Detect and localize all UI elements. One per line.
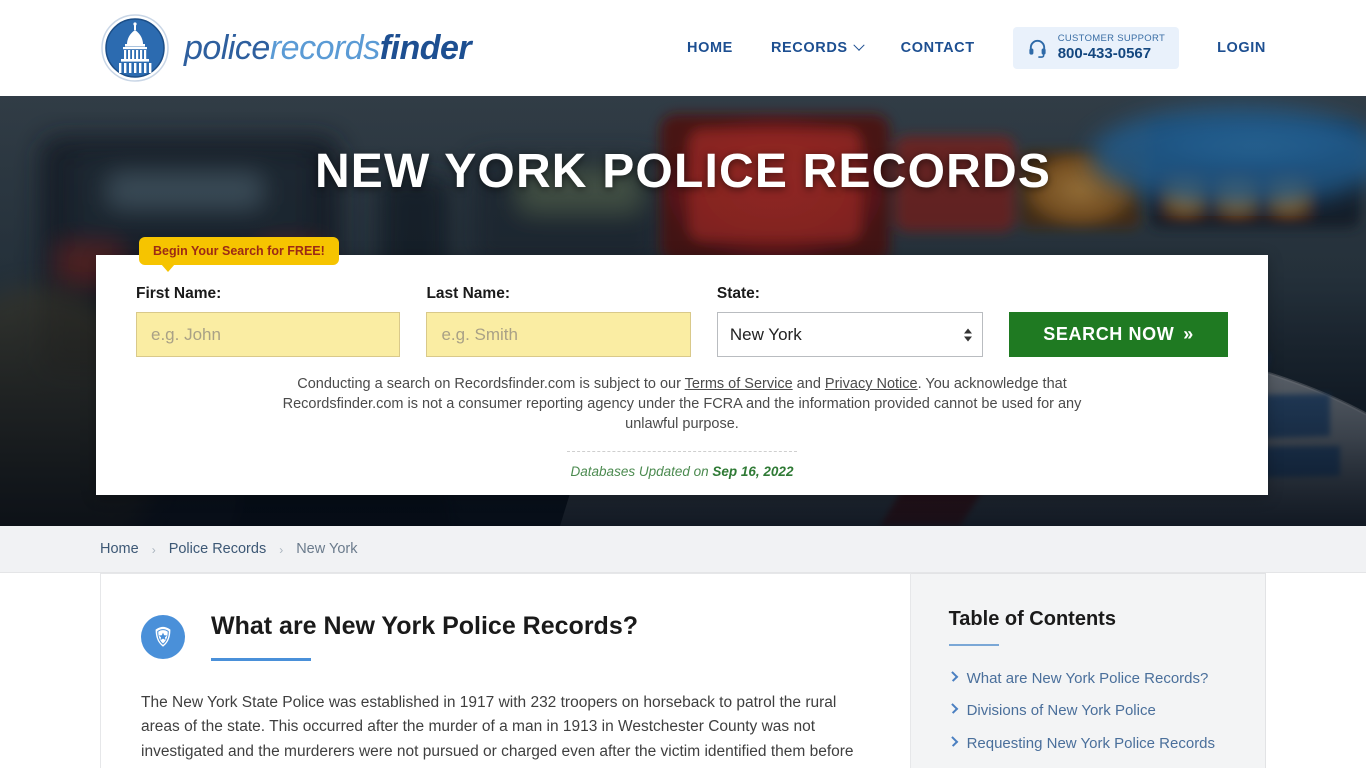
article-panel: What are New York Police Records? The Ne… <box>100 573 911 768</box>
site-logo-text: policerecordsfinder <box>184 28 472 68</box>
breadcrumb-separator-icon: › <box>279 543 284 557</box>
police-badge-icon <box>141 615 185 659</box>
search-form-card: Begin Your Search for FREE! First Name: … <box>96 237 1268 495</box>
nav-item-login-label: LOGIN <box>1217 39 1266 56</box>
article-title-wrapper: What are New York Police Records? <box>211 612 870 661</box>
table-of-contents-panel: Table of Contents What are New York Poli… <box>910 573 1266 768</box>
nav-item-contact[interactable]: CONTACT <box>901 40 975 56</box>
state-field-group: State: New York <box>716 285 984 357</box>
chevron-right-icon <box>947 703 958 715</box>
search-form-row: First Name: Last Name: State: New York <box>136 285 1228 357</box>
search-disclaimer: Conducting a search on Recordsfinder.com… <box>267 375 1097 435</box>
breadcrumb-item-new-york: New York <box>296 541 358 557</box>
state-select[interactable]: New York <box>716 312 984 357</box>
chevron-down-icon <box>853 39 865 51</box>
toc-title: Table of Contents <box>948 608 1116 630</box>
last-name-input[interactable] <box>426 312 691 357</box>
breadcrumb-separator-icon: › <box>151 543 156 557</box>
headset-icon <box>1027 37 1048 59</box>
toc-item[interactable]: Divisions of New York Police <box>947 700 1235 721</box>
logo-word-finder: finder <box>379 28 472 67</box>
dashed-divider <box>567 450 797 452</box>
databases-updated-text: Databases Updated on Sep 16, 2022 <box>136 464 1228 479</box>
page-title: NEW YORK POLICE RECORDS <box>314 145 1052 198</box>
first-name-input[interactable] <box>136 312 401 357</box>
nav-item-home-label: HOME <box>687 39 733 56</box>
support-phone-number: 800-433-0567 <box>1057 44 1152 62</box>
terms-of-service-link[interactable]: Terms of Service <box>685 376 793 392</box>
toc-link[interactable]: Requesting New York Police Records <box>967 733 1215 754</box>
nav-item-records[interactable]: RECORDS <box>770 39 865 56</box>
site-logo[interactable]: policerecordsfinder <box>100 13 472 83</box>
last-name-label: Last Name: <box>426 285 510 302</box>
disclaimer-mid: and <box>792 376 825 392</box>
breadcrumb-item-home[interactable]: Home <box>100 541 139 557</box>
customer-support-block[interactable]: CUSTOMER SUPPORT 800-433-0567 <box>1012 26 1180 70</box>
nav-item-login[interactable]: LOGIN <box>1217 40 1266 56</box>
state-label: State: <box>716 285 760 302</box>
site-header: policerecordsfinder HOME RECORDS CONTACT <box>0 0 1366 96</box>
main-navigation: HOME RECORDS CONTACT CUSTOMER SUPPORT 80… <box>687 26 1266 70</box>
article-title: What are New York Police Records? <box>211 612 638 640</box>
search-now-label: SEARCH NOW <box>1043 324 1175 344</box>
privacy-notice-link[interactable]: Privacy Notice <box>825 376 918 392</box>
toc-link[interactable]: What are New York Police Records? <box>967 668 1209 689</box>
disclaimer-pre: Conducting a search on Recordsfinder.com… <box>297 376 685 392</box>
double-chevron-right-icon: » <box>1183 324 1194 344</box>
logo-word-records: records <box>269 28 380 67</box>
toc-item[interactable]: What are New York Police Records? <box>947 668 1235 689</box>
updated-prefix: Databases Updated on <box>570 463 713 479</box>
nav-item-contact-label: CONTACT <box>900 39 975 56</box>
toc-item[interactable]: Requesting New York Police Records <box>947 733 1235 754</box>
state-select-wrapper: New York <box>716 312 984 357</box>
first-name-label: First Name: <box>136 285 222 302</box>
chevron-right-icon <box>947 671 958 682</box>
capitol-dome-logo-icon <box>100 13 170 83</box>
search-now-button[interactable]: SEARCH NOW » <box>1009 312 1228 357</box>
article-header: What are New York Police Records? <box>141 612 870 661</box>
nav-item-home[interactable]: HOME <box>687 40 733 56</box>
logo-word-police: police <box>184 28 270 67</box>
nav-item-records-label: RECORDS <box>770 39 848 56</box>
page-content: What are New York Police Records? The Ne… <box>0 573 1366 768</box>
article-paragraph: The New York State Police was establishe… <box>141 693 854 760</box>
toc-underline-rule <box>948 644 999 646</box>
toc-list: What are New York Police Records? Divisi… <box>947 668 1235 768</box>
chevron-right-icon <box>947 735 958 747</box>
updated-date: Sep 16, 2022 <box>712 463 794 479</box>
last-name-field-group: Last Name: <box>426 285 691 357</box>
support-label: CUSTOMER SUPPORT <box>1057 32 1166 44</box>
hero-banner: NEW YORK POLICE RECORDS Begin Your Searc… <box>0 96 1366 526</box>
toc-link[interactable]: Divisions of New York Police <box>967 700 1156 721</box>
free-search-badge: Begin Your Search for FREE! <box>139 237 339 272</box>
breadcrumb-item-police-records[interactable]: Police Records <box>169 541 267 557</box>
title-underline-rule <box>211 657 311 661</box>
breadcrumb: Home › Police Records › New York <box>0 526 1366 573</box>
first-name-field-group: First Name: <box>136 285 401 357</box>
